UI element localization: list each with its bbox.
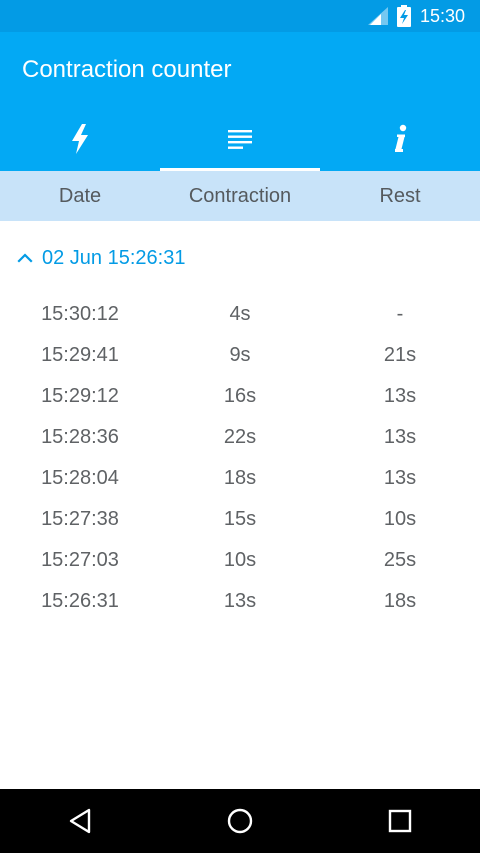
row-rest: 13s [383,467,417,489]
status-bar: 15:30 [0,0,480,32]
table-row: 15:27:03 10s 25s [0,540,480,581]
row-date: 15:28:04 [41,467,119,489]
row-contraction: 4s [229,303,251,325]
row-rest: - [396,303,404,325]
row-rest: 13s [383,426,417,448]
table-row: 15:29:12 16s 13s [0,376,480,417]
row-date: 15:29:41 [41,344,119,366]
tab-history[interactable] [160,106,320,171]
row-contraction: 13s [223,590,257,612]
row-rest: 25s [383,549,417,571]
home-icon [227,808,253,834]
table-row: 15:28:04 18s 13s [0,458,480,499]
tab-info[interactable] [320,106,480,171]
row-contraction: 9s [229,344,251,366]
row-date: 15:27:03 [41,549,119,571]
navigation-bar [0,789,480,853]
table-row: 15:29:41 9s 21s [0,335,480,376]
table-row: 15:27:38 15s 10s [0,499,480,540]
row-rest: 10s [383,508,417,530]
signal-icon [368,7,388,25]
column-header-rest: Rest [379,185,421,207]
row-rest: 18s [383,590,417,612]
tab-bar [0,106,480,171]
row-date: 15:27:38 [41,508,119,530]
row-contraction: 22s [223,426,257,448]
chevron-up-icon [17,253,33,263]
info-icon [395,124,407,152]
app-bar: Contraction counter [0,32,480,171]
row-rest: 21s [383,344,417,366]
row-contraction: 10s [223,549,257,571]
row-rest: 13s [383,385,417,407]
contraction-list: 15:30:12 4s - 15:29:41 9s 21s 15:29:12 1… [0,294,480,622]
row-date: 15:26:31 [41,590,119,612]
recents-icon [388,809,412,833]
row-date: 15:29:12 [41,385,119,407]
column-header-contraction: Contraction [188,185,292,207]
table-row: 15:30:12 4s - [0,294,480,335]
column-header-date: Date [58,185,102,207]
back-button[interactable] [40,789,120,853]
row-contraction: 15s [223,508,257,530]
row-date: 15:30:12 [41,303,119,325]
row-contraction: 18s [223,467,257,489]
row-date: 15:28:36 [41,426,119,448]
row-contraction: 16s [223,385,257,407]
session-title: 02 Jun 15:26:31 [42,246,186,269]
home-button[interactable] [200,789,280,853]
lightning-icon [72,123,88,154]
recents-button[interactable] [360,789,440,853]
app-title: Contraction counter [22,56,232,83]
list-icon [228,129,252,149]
battery-charging-icon [397,5,411,27]
back-icon [69,808,91,834]
table-row: 15:26:31 13s 18s [0,581,480,622]
tab-counter[interactable] [0,106,160,171]
table-row: 15:28:36 22s 13s [0,417,480,458]
column-headers: Date Contraction Rest [0,171,480,221]
status-time: 15:30 [420,6,466,26]
session-header[interactable]: 02 Jun 15:26:31 [0,236,480,280]
